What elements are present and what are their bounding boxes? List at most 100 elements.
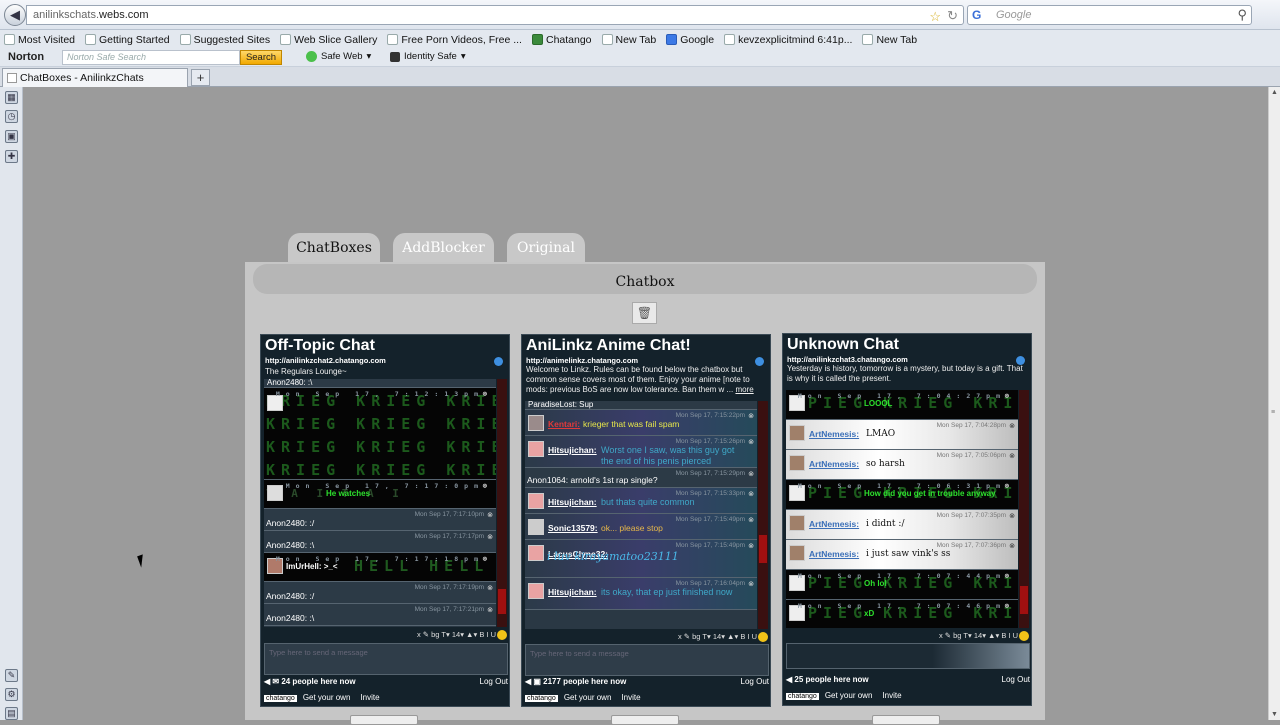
bookmark-most-visited[interactable]: Most Visited xyxy=(4,34,75,46)
scroll-up-icon[interactable]: ▲ xyxy=(1271,89,1278,96)
message-list[interactable]: Anon2480: :\ KRIEG KRIEG KRIE KRIEG KRIEG… xyxy=(264,379,496,627)
close-icon[interactable]: ⊗ xyxy=(748,490,754,498)
close-icon[interactable]: ⊗ xyxy=(1005,602,1015,610)
logout-link[interactable]: Log Out xyxy=(480,677,508,686)
search-field[interactable]: G Google ⚲ xyxy=(967,5,1252,25)
close-icon[interactable]: ⊗ xyxy=(483,555,493,563)
bookmark-google[interactable]: Google xyxy=(666,34,714,46)
close-icon[interactable]: ⊗ xyxy=(748,542,754,550)
scroll-down-icon[interactable]: ▼ xyxy=(1271,711,1278,718)
tab-addblocker[interactable]: AddBlocker xyxy=(393,233,494,263)
close-icon[interactable]: ⊗ xyxy=(748,580,754,588)
trash-icon[interactable]: 🗑 xyxy=(632,302,657,324)
close-icon[interactable]: ⊗ xyxy=(487,606,493,614)
avatar[interactable] xyxy=(528,441,544,457)
identity-safe-menu[interactable]: Identity Safe ▾ xyxy=(390,51,466,62)
bookmark-new-tab-2[interactable]: New Tab xyxy=(862,34,917,46)
format-toolbar[interactable]: x ✎ bg T▾ 14▾ ▲▾ B I U xyxy=(525,632,771,644)
close-icon[interactable]: ⊗ xyxy=(487,584,493,592)
chatango-logo[interactable]: chatango xyxy=(786,693,819,700)
logout-link[interactable]: Log Out xyxy=(1002,675,1030,684)
username[interactable]: Hitsujichan: xyxy=(548,497,597,507)
window-icon[interactable]: ▣ xyxy=(5,130,18,143)
chat-scrollbar[interactable] xyxy=(758,401,768,629)
username[interactable]: ArtNemesis: xyxy=(809,459,859,469)
page-scrollbar[interactable]: ▲ ≡ ▼ xyxy=(1268,87,1280,720)
username[interactable]: Hitsujichan: xyxy=(548,587,597,597)
bookmark-getting-started[interactable]: Getting Started xyxy=(85,34,170,46)
chat-url[interactable]: http://anilinkzchat3.chatango.com xyxy=(787,355,908,364)
avatar[interactable] xyxy=(528,545,544,561)
avatar[interactable] xyxy=(789,425,805,441)
avatar[interactable] xyxy=(789,515,805,531)
username[interactable]: ArtNemesis: xyxy=(809,429,859,439)
tab-chatboxes[interactable]: ChatBoxes - AnilinkzChats xyxy=(2,68,188,87)
close-icon[interactable]: ⊗ xyxy=(1009,452,1015,460)
norton-logo[interactable]: Norton xyxy=(8,51,44,63)
username[interactable]: Kentari: xyxy=(548,419,580,429)
close-icon[interactable]: ⊗ xyxy=(748,412,754,420)
print-icon[interactable]: ▤ xyxy=(5,707,18,720)
get-own-link[interactable]: Get your own xyxy=(303,693,351,702)
chatango-logo[interactable]: chatango xyxy=(525,695,558,702)
bookmark-suggested-sites[interactable]: Suggested Sites xyxy=(179,34,270,46)
logout-link[interactable]: Log Out xyxy=(741,677,769,686)
norton-search-button[interactable]: Search xyxy=(240,50,282,65)
chat-scrollbar[interactable] xyxy=(497,379,507,627)
message-list[interactable]: ParadiseLost: Sup Kentari: krieger that w… xyxy=(525,401,757,629)
invite-link[interactable]: Invite xyxy=(882,691,901,700)
avatar[interactable] xyxy=(528,415,544,431)
scroll-thumb[interactable] xyxy=(498,589,506,614)
scroll-thumb[interactable] xyxy=(1020,586,1028,614)
safe-web-menu[interactable]: Safe Web ▾ xyxy=(306,51,371,62)
username[interactable]: ImUrHell: xyxy=(286,562,322,571)
smiley-icon[interactable] xyxy=(497,630,507,640)
bottom-button-3[interactable] xyxy=(872,715,940,725)
format-toolbar[interactable]: x ✎ bg T▾ 14▾ ▲▾ B I U xyxy=(264,630,510,642)
close-icon[interactable]: ⊗ xyxy=(487,533,493,541)
address-bar[interactable]: anilinkschats.webs.com ☆ ↻ xyxy=(26,5,964,25)
bookmark-new-tab[interactable]: New Tab xyxy=(601,34,656,46)
bookmark-kevz[interactable]: kevzexplicitmind 6:41p... xyxy=(724,34,852,46)
username[interactable]: Hitsujichan: xyxy=(548,445,597,455)
bottom-button-1[interactable] xyxy=(350,715,418,725)
puzzle-icon[interactable]: ✚ xyxy=(5,150,18,163)
close-icon[interactable]: ⊗ xyxy=(1009,512,1015,520)
close-icon[interactable]: ⊗ xyxy=(748,438,754,446)
close-icon[interactable]: ⊗ xyxy=(1005,572,1015,580)
chatango-logo[interactable]: chatango xyxy=(264,695,297,702)
avatar[interactable] xyxy=(528,583,544,599)
username[interactable]: Sonic13579: xyxy=(548,523,598,533)
bookmark-web-slice[interactable]: Web Slice Gallery xyxy=(280,34,377,46)
close-icon[interactable]: ⊗ xyxy=(483,390,493,398)
grid-icon[interactable]: ▦ xyxy=(5,91,18,104)
more-link[interactable]: more xyxy=(735,385,753,394)
chat-url[interactable]: http://animelinkz.chatango.com xyxy=(526,356,638,365)
username[interactable]: ArtNemesis: xyxy=(809,549,859,559)
smiley-icon[interactable] xyxy=(758,632,768,642)
message-input[interactable] xyxy=(786,643,1030,669)
close-icon[interactable]: ⊗ xyxy=(748,470,754,478)
tab-original[interactable]: Original xyxy=(507,233,585,263)
reload-icon[interactable]: ↻ xyxy=(947,7,958,25)
avatar[interactable] xyxy=(528,519,544,535)
close-icon[interactable]: ⊗ xyxy=(1005,392,1015,400)
tab-chatboxes-site[interactable]: ChatBoxes xyxy=(288,233,380,263)
message-list[interactable]: PIEG KRIEG KRIE LOOOL Mon Sep 17, 7:04:27p… xyxy=(786,390,1018,628)
brush-icon[interactable]: ✎ xyxy=(5,669,18,682)
get-own-link[interactable]: Get your own xyxy=(564,693,612,702)
close-icon[interactable]: ⊗ xyxy=(748,516,754,524)
avatar[interactable] xyxy=(789,545,805,561)
gear-icon[interactable]: ⚙ xyxy=(5,688,18,701)
message-input[interactable]: Type here to send a message xyxy=(525,644,769,676)
close-icon[interactable]: ⊗ xyxy=(487,511,493,519)
bottom-button-2[interactable] xyxy=(611,715,679,725)
info-icon[interactable] xyxy=(494,357,503,366)
google-icon[interactable]: G xyxy=(972,8,986,22)
get-own-link[interactable]: Get your own xyxy=(825,691,873,700)
chat-url[interactable]: http://anilinkzchat2.chatango.com xyxy=(265,356,386,365)
back-button[interactable]: ◀ xyxy=(4,4,26,26)
scroll-thumb[interactable] xyxy=(759,535,767,563)
avatar[interactable] xyxy=(267,485,283,501)
bookmark-star-icon[interactable]: ☆ xyxy=(929,8,941,26)
